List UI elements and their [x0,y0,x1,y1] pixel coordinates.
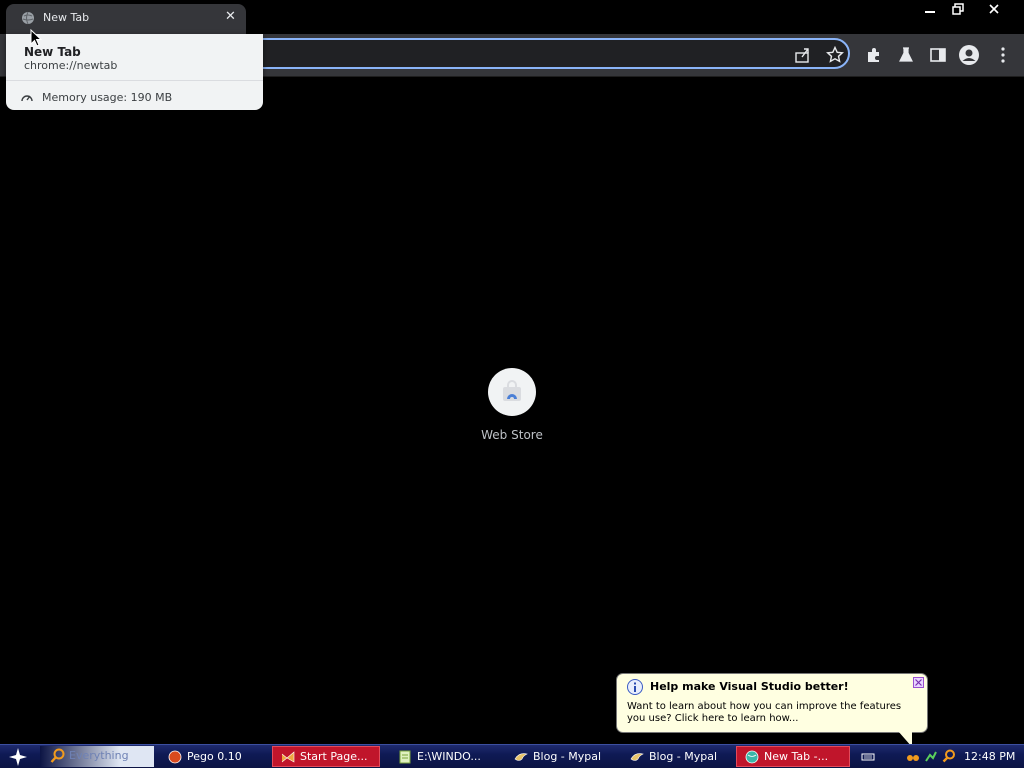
taskbar-item-label: Pego 0.10 [187,750,242,763]
search-tray-icon[interactable] [942,749,956,763]
taskbar-item-label: Start Page... [300,750,368,763]
hover-card-divider [6,80,263,81]
mypal-bird-icon [630,752,644,761]
taskbar-item-label: Blog - Mypal [649,750,718,763]
mouse-cursor-icon [30,29,42,47]
hover-card-url: chrome://newtab [24,59,118,72]
taskbar-item-label: New Tab -... [764,750,829,763]
extensions-puzzle-icon[interactable] [865,46,883,64]
start-star-icon [9,747,27,766]
minimize-button[interactable] [918,0,942,18]
close-icon [989,4,999,14]
close-window-button[interactable] [974,0,1014,18]
side-panel-icon[interactable] [929,46,947,64]
taskbar-item-blog-1[interactable]: Blog - Mypal [506,746,614,767]
search-placeholder: Everything [69,749,129,762]
menu-kebab-icon[interactable] [994,46,1012,64]
web-store-shortcut[interactable]: Web Store [470,368,554,442]
system-tray: 12:48 PM [858,745,1024,768]
visual-studio-icon [281,750,295,763]
web-store-label: Web Store [481,428,543,442]
web-store-tile [488,368,536,416]
taskbar-clock[interactable]: 12:48 PM [964,750,1015,763]
taskbar-search-input[interactable]: Everything [40,746,154,767]
window-controls [914,0,1014,18]
mypal-bird-icon [514,752,528,761]
taskbar-item-blog-2[interactable]: Blog - Mypal [622,746,730,767]
binoculars-icon[interactable] [906,749,920,763]
safely-remove-icon[interactable] [924,749,938,763]
tab-close-icon[interactable]: ✕ [225,9,236,24]
bookmark-star-icon[interactable] [826,46,844,64]
taskbar-item-label: E:\WINDO... [417,750,481,763]
browser-globe-icon [745,750,759,763]
taskbar-item-new-tab[interactable]: New Tab -... [736,746,850,767]
balloon-close-button[interactable] [913,677,924,688]
globe-icon [22,11,34,25]
tab-hover-card: New Tab chrome://newtab Memory usage: 19… [6,34,263,110]
taskbar-item-label: Blog - Mypal [533,750,602,763]
close-icon [915,679,922,686]
taskbar: Everything Pego 0.10 Start Page... E:\WI… [0,744,1024,768]
tab-new-tab[interactable]: New Tab ✕ [6,4,246,34]
notepad-icon [399,750,411,763]
hover-card-memory: Memory usage: 190 MB [42,91,173,104]
balloon-text[interactable]: Want to learn about how you can improve … [627,701,919,725]
notification-balloon[interactable]: Help make Visual Studio better! Want to … [616,673,928,733]
tab-strip: New Tab ✕ [0,0,1024,34]
share-icon[interactable] [794,46,812,64]
tab-title: New Tab [43,11,90,24]
taskbar-item-explorer[interactable]: E:\WINDO... [390,746,498,767]
web-store-icon [503,380,521,401]
profile-avatar-icon[interactable] [959,45,979,65]
labs-flask-icon[interactable] [897,46,915,64]
info-icon [627,679,643,695]
minimize-icon [925,11,935,13]
restore-button[interactable] [946,0,970,18]
pego-app-icon [168,750,182,763]
restore-icon [952,3,964,15]
search-icon [50,748,65,763]
taskbar-item-start-page[interactable]: Start Page... [272,746,380,767]
memory-gauge-icon [21,95,33,102]
balloon-title: Help make Visual Studio better! [650,680,849,693]
taskbar-item-pego[interactable]: Pego 0.10 [160,746,268,767]
start-button[interactable] [0,745,36,768]
hover-card-title: New Tab [24,45,81,59]
keyboard-icon[interactable] [861,749,875,763]
